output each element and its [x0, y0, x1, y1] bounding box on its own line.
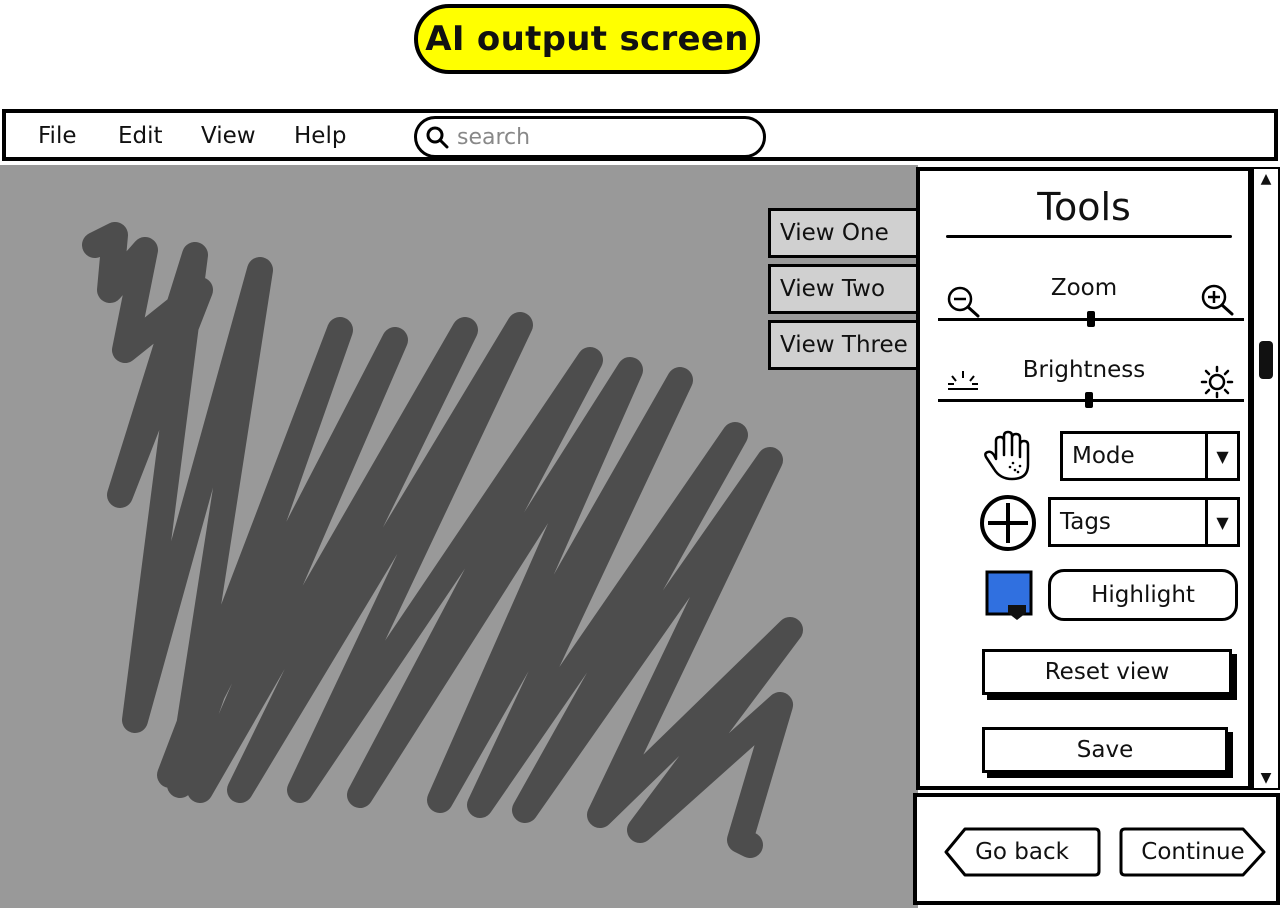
- zoom-slider-thumb[interactable]: [1087, 311, 1095, 327]
- tools-scrollbar[interactable]: ▲ ▼: [1252, 167, 1280, 790]
- highlight-button[interactable]: Highlight: [1048, 569, 1238, 621]
- search-icon: [426, 126, 449, 149]
- scroll-up-icon[interactable]: ▲: [1256, 171, 1276, 187]
- plus-circle-icon[interactable]: [978, 493, 1038, 553]
- tab-view-two[interactable]: View Two: [768, 264, 928, 314]
- title-divider: [946, 235, 1232, 238]
- menu-edit[interactable]: Edit: [118, 123, 163, 149]
- page-title: AI output screen: [414, 4, 760, 74]
- scroll-down-icon[interactable]: ▼: [1256, 770, 1276, 786]
- brightness-slider-thumb[interactable]: [1085, 392, 1093, 408]
- save-button[interactable]: Save: [982, 727, 1228, 773]
- go-back-label: Go back: [975, 839, 1069, 865]
- mode-select-value: Mode: [1072, 443, 1135, 469]
- search-box: [414, 116, 766, 158]
- menu-view[interactable]: View: [201, 123, 256, 149]
- menu-file[interactable]: File: [38, 123, 77, 149]
- zoom-out-icon[interactable]: [946, 285, 982, 319]
- zoom-in-icon[interactable]: [1200, 283, 1236, 317]
- brightness-low-icon[interactable]: [946, 367, 980, 393]
- chevron-down-icon[interactable]: ▼: [1205, 500, 1237, 544]
- tags-select-value: Tags: [1060, 509, 1111, 535]
- continue-label: Continue: [1141, 839, 1245, 865]
- menu-bar: File Edit View Help: [2, 109, 1278, 161]
- reset-view-button[interactable]: Reset view: [982, 649, 1232, 695]
- search-input[interactable]: [455, 123, 749, 151]
- tab-view-one[interactable]: View One: [768, 208, 928, 258]
- chevron-down-icon[interactable]: ▼: [1205, 434, 1237, 478]
- brightness-high-icon[interactable]: [1200, 365, 1234, 399]
- tags-select[interactable]: Tags ▼: [1048, 497, 1240, 547]
- tools-title: Tools: [1037, 185, 1131, 229]
- go-back-button[interactable]: Go back: [943, 826, 1101, 878]
- tab-view-three[interactable]: View Three: [768, 320, 928, 370]
- continue-button[interactable]: Continue: [1119, 826, 1267, 878]
- mode-select[interactable]: Mode ▼: [1060, 431, 1240, 481]
- tools-panel: Tools Zoom Brightness Mode ▼ Tags ▼ High…: [916, 167, 1252, 790]
- navigation-panel: Go back Continue: [913, 793, 1280, 905]
- hand-icon[interactable]: [982, 429, 1034, 483]
- color-picker-icon[interactable]: [984, 569, 1036, 623]
- scroll-thumb[interactable]: [1259, 341, 1273, 379]
- menu-help[interactable]: Help: [294, 123, 346, 149]
